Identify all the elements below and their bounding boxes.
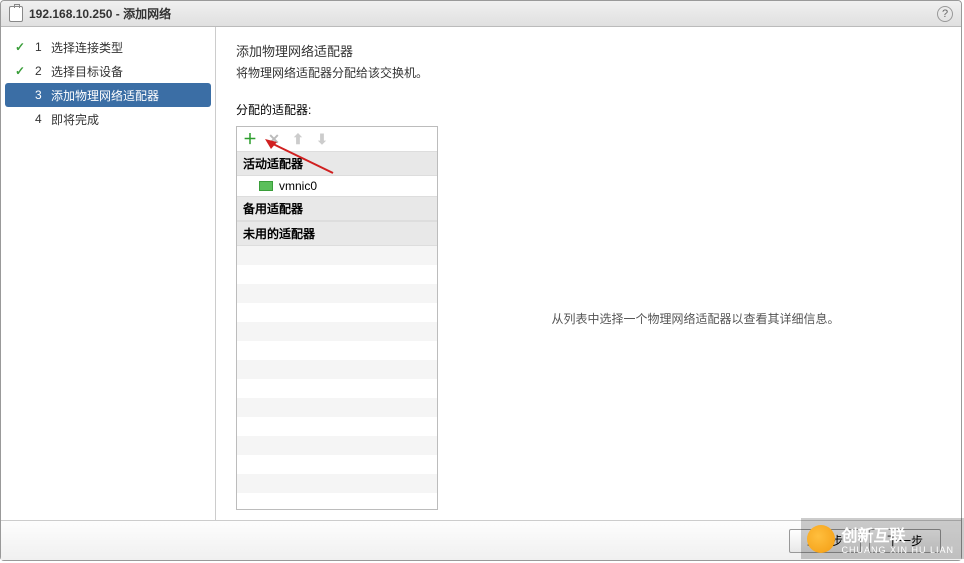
standby-adapters-header: 备用适配器 bbox=[237, 196, 437, 221]
step-add-adapter[interactable]: 3 添加物理网络适配器 bbox=[5, 83, 211, 107]
step-number: 2 bbox=[35, 64, 45, 78]
next-button[interactable]: 下一步 bbox=[869, 529, 941, 553]
page-subtitle: 将物理网络适配器分配给该交换机。 bbox=[236, 64, 941, 81]
unused-adapters-header: 未用的适配器 bbox=[237, 221, 437, 246]
adapter-toolbar: ＋ ✕ ⬆ ⬇ bbox=[237, 127, 437, 151]
page-title: 添加物理网络适配器 bbox=[236, 41, 941, 60]
list-row bbox=[237, 246, 437, 265]
steps-sidebar: ✓ 1 选择连接类型 ✓ 2 选择目标设备 3 添加物理网络适配器 ✓ 4 即将… bbox=[1, 27, 216, 520]
move-down-icon[interactable]: ⬇ bbox=[313, 130, 331, 148]
active-adapters-header: 活动适配器 bbox=[237, 151, 437, 176]
wizard-window: 192.168.10.250 - 添加网络 ? ✓ 1 选择连接类型 ✓ 2 选… bbox=[0, 0, 962, 561]
help-icon[interactable]: ? bbox=[937, 6, 953, 22]
nic-icon bbox=[259, 181, 273, 191]
list-row bbox=[237, 284, 437, 303]
list-row bbox=[237, 474, 437, 493]
list-row bbox=[237, 436, 437, 455]
move-up-icon[interactable]: ⬆ bbox=[289, 130, 307, 148]
list-row bbox=[237, 493, 437, 509]
step-label: 添加物理网络适配器 bbox=[51, 87, 159, 104]
remove-icon[interactable]: ✕ bbox=[265, 130, 283, 148]
adapter-detail-pane: 从列表中选择一个物理网络适配器以查看其详细信息。 bbox=[450, 126, 941, 510]
list-row bbox=[237, 398, 437, 417]
titlebar[interactable]: 192.168.10.250 - 添加网络 ? bbox=[1, 1, 961, 27]
adapter-name: vmnic0 bbox=[279, 179, 317, 193]
list-row bbox=[237, 265, 437, 284]
step-target-device[interactable]: ✓ 2 选择目标设备 bbox=[1, 59, 215, 83]
adapter-list: ＋ ✕ ⬆ ⬇ 活动适配器 vmnic0 备用适配器 bbox=[236, 126, 438, 510]
detail-placeholder: 从列表中选择一个物理网络适配器以查看其详细信息。 bbox=[551, 310, 839, 327]
empty-rows bbox=[237, 246, 437, 509]
wizard-footer: 上一步 下一步 bbox=[1, 520, 961, 560]
list-row bbox=[237, 322, 437, 341]
check-icon: ✓ bbox=[15, 40, 29, 54]
step-number: 3 bbox=[35, 88, 45, 102]
content-row: ＋ ✕ ⬆ ⬇ 活动适配器 vmnic0 备用适配器 bbox=[236, 126, 941, 510]
step-connection-type[interactable]: ✓ 1 选择连接类型 bbox=[1, 35, 215, 59]
list-row bbox=[237, 303, 437, 322]
window-title: 192.168.10.250 - 添加网络 bbox=[29, 5, 171, 22]
adapter-item[interactable]: vmnic0 bbox=[237, 176, 437, 196]
step-number: 1 bbox=[35, 40, 45, 54]
wizard-body: ✓ 1 选择连接类型 ✓ 2 选择目标设备 3 添加物理网络适配器 ✓ 4 即将… bbox=[1, 27, 961, 520]
step-label: 即将完成 bbox=[51, 111, 99, 128]
add-icon[interactable]: ＋ bbox=[241, 130, 259, 148]
main-panel: 添加物理网络适配器 将物理网络适配器分配给该交换机。 分配的适配器: ＋ ✕ ⬆… bbox=[216, 27, 961, 520]
step-label: 选择目标设备 bbox=[51, 63, 123, 80]
back-button[interactable]: 上一步 bbox=[789, 529, 861, 553]
check-icon: ✓ bbox=[15, 64, 29, 78]
list-row bbox=[237, 341, 437, 360]
step-label: 选择连接类型 bbox=[51, 39, 123, 56]
list-row bbox=[237, 360, 437, 379]
assigned-adapters-label: 分配的适配器: bbox=[236, 101, 941, 118]
step-number: 4 bbox=[35, 112, 45, 126]
list-row bbox=[237, 455, 437, 474]
list-row bbox=[237, 379, 437, 398]
step-ready-complete[interactable]: ✓ 4 即将完成 bbox=[1, 107, 215, 131]
host-icon bbox=[9, 6, 23, 22]
list-row bbox=[237, 417, 437, 436]
